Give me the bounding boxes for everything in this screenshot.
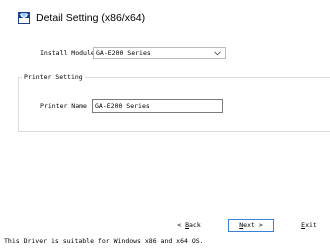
next-arrow: > <box>254 221 263 229</box>
chevron-down-icon <box>214 51 221 56</box>
next-label: ext <box>243 221 255 229</box>
exit-label: xit <box>305 221 317 229</box>
back-label: ack <box>189 221 201 229</box>
printer-setting-group-left-border <box>18 77 19 131</box>
back-arrow: < <box>177 221 186 229</box>
exit-button[interactable]: Exit <box>288 219 330 232</box>
install-module-value: GA-E200 Series <box>96 49 151 57</box>
title-bar: Detail Setting (x86/x64) <box>0 0 330 40</box>
printer-name-value: GA-E200 Series <box>95 102 150 110</box>
status-text: This Driver is suitable for Windows x86 … <box>4 237 204 245</box>
printer-setting-group-label: Printer Setting <box>22 72 85 82</box>
next-button[interactable]: Next > <box>228 219 274 232</box>
printer-settings-icon <box>18 12 30 24</box>
window-title: Detail Setting (x86/x64) <box>36 12 146 24</box>
printer-name-label: Printer Name <box>40 102 87 110</box>
printer-setting-group-bottom-border <box>18 131 330 132</box>
printer-name-field[interactable]: GA-E200 Series <box>92 99 223 113</box>
install-module-dropdown[interactable]: GA-E200 Series <box>93 47 226 59</box>
detail-setting-window: Detail Setting (x86/x64) Install Module … <box>0 0 330 248</box>
install-module-label: Install Module <box>40 49 95 57</box>
back-button[interactable]: < Back <box>168 219 210 232</box>
